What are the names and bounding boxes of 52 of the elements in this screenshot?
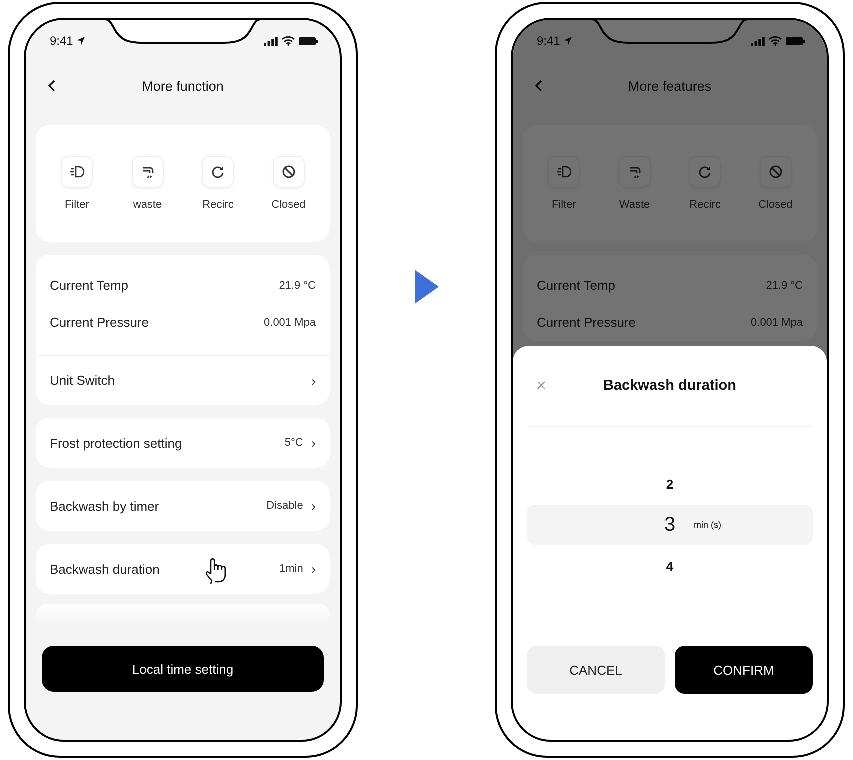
mode-label: Filter <box>552 199 576 211</box>
reading-label: Current Temp <box>537 278 616 293</box>
picker-option[interactable]: 4 <box>527 553 813 579</box>
mode-label: waste <box>133 199 162 211</box>
picker-option[interactable]: 3 min (s) <box>527 505 813 545</box>
refresh-icon <box>211 165 226 179</box>
reading-value: 21.9 °C <box>279 280 316 292</box>
settings-row[interactable]: Backwash duration 1min › <box>36 544 330 594</box>
faucet-icon <box>628 165 642 179</box>
settings-row[interactable]: Backwash by timer Disable › <box>36 481 330 531</box>
battery-icon <box>299 36 318 46</box>
mode-label: Waste <box>619 199 650 211</box>
status-time: 9:41 <box>50 34 74 48</box>
mode-button[interactable] <box>61 156 94 188</box>
refresh-icon <box>698 165 712 179</box>
page-title: More function <box>142 78 224 94</box>
cancel-button[interactable]: CANCEL <box>527 646 665 694</box>
reading-label: Current Pressure <box>50 315 149 330</box>
picker-option[interactable]: 2 <box>527 471 813 497</box>
reading-label: Current Pressure <box>537 315 636 330</box>
mode-label: Recirc <box>690 199 721 211</box>
confirm-button[interactable]: CONFIRM <box>675 646 813 694</box>
reading-value: 21.9 °C <box>766 280 803 292</box>
signal-icon <box>264 36 278 46</box>
wifi-icon <box>282 36 295 46</box>
mode-label: Closed <box>272 199 306 211</box>
mode-label: Closed <box>758 199 793 211</box>
location-arrow-icon <box>564 37 572 45</box>
mode-button[interactable] <box>272 156 305 188</box>
reading-value: 0.001 Mpa <box>751 316 803 328</box>
close-icon[interactable] <box>537 381 546 390</box>
mode-label: Recirc <box>202 199 234 211</box>
battery-icon <box>786 36 805 46</box>
arrow-icon <box>414 270 438 304</box>
page-title: More features <box>628 78 712 94</box>
settings-row[interactable]: Frost protection setting 5°C › <box>36 418 330 468</box>
prohibited-icon <box>282 165 296 179</box>
settings-row[interactable]: Unit Switch › <box>36 355 330 405</box>
location-arrow-icon <box>77 37 86 45</box>
wifi-icon <box>769 36 782 46</box>
prohibited-icon <box>768 165 783 179</box>
mode-label: Filter <box>65 199 90 211</box>
mode-button[interactable] <box>202 156 234 188</box>
signal-icon <box>751 36 765 46</box>
status-time: 9:41 <box>537 34 560 48</box>
reading-value: 0.001 Mpa <box>264 316 316 328</box>
back-chevron-icon[interactable] <box>48 80 56 92</box>
reading-label: Current Temp <box>50 278 129 293</box>
faucet-icon <box>140 165 155 179</box>
local-time-button[interactable]: Local time setting <box>42 646 324 692</box>
sheet-title: Backwash duration <box>604 378 736 394</box>
mode-button[interactable] <box>132 156 164 188</box>
